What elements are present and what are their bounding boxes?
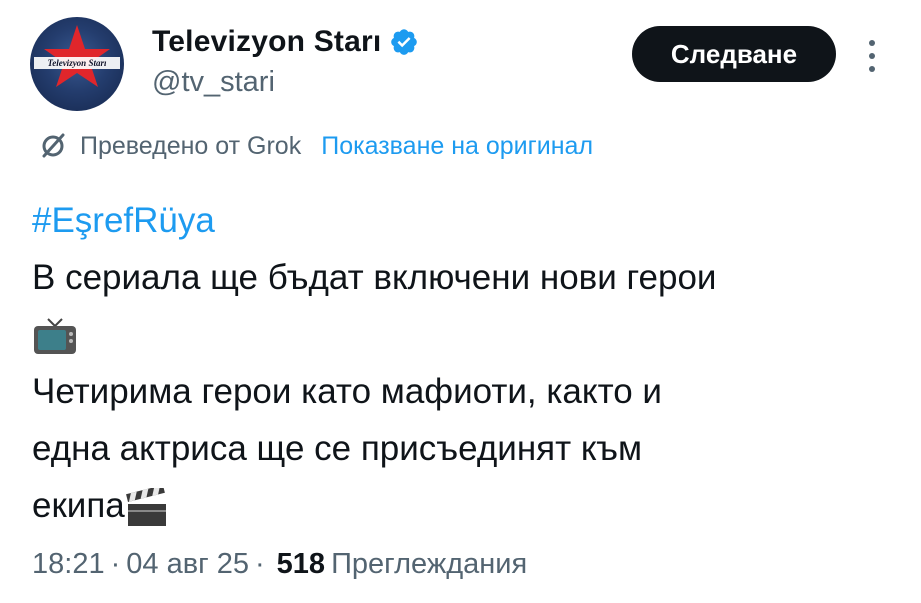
clapperboard-icon: [125, 487, 166, 526]
views-label: Преглеждания: [331, 548, 528, 580]
avatar[interactable]: Televizyon Starı: [30, 17, 124, 111]
follow-button[interactable]: Следване: [632, 26, 836, 82]
tweet-text: #EşrefRüya В сериала ще бъдат включени н…: [32, 192, 902, 534]
tweet-line-1-emoji-row: [32, 306, 902, 363]
author-block: Televizyon Starı @tv_stari: [152, 24, 419, 99]
tweet-line-2: Четирима герои като мафиоти, както и: [32, 372, 662, 411]
tweet-line-1: В сериала ще бъдат включени нови герои: [32, 258, 717, 297]
tweet-meta: 18:21 · 04 авг 25 · 518 Преглеждания: [32, 548, 527, 581]
avatar-logo-text: Televizyon Starı: [34, 57, 120, 69]
display-name[interactable]: Televizyon Starı: [152, 25, 381, 59]
tweet-line-4: екипа: [32, 486, 125, 525]
handle[interactable]: @tv_stari: [152, 66, 419, 99]
tv-icon: [34, 318, 76, 354]
grok-icon: [42, 133, 65, 158]
verified-badge-icon: [391, 29, 418, 55]
separator-dot: ·: [255, 548, 265, 580]
separator-dot: ·: [110, 548, 121, 580]
show-original-link[interactable]: Показване на оригинал: [321, 132, 593, 161]
hashtag-link[interactable]: #EşrefRüya: [32, 192, 902, 249]
more-options-icon[interactable]: [862, 36, 882, 76]
translated-by-label: Преведено от Grok: [80, 131, 302, 160]
translation-row: Преведено от Grok Показване на оригинал: [38, 128, 593, 164]
tweet-line-4-row: екипа: [32, 477, 902, 534]
tweet-line-3: една актриса ще се присъединят към: [32, 429, 643, 468]
views-count: 518: [276, 548, 326, 580]
tweet-time[interactable]: 18:21: [32, 548, 105, 581]
tweet-date[interactable]: 04 авг 25: [126, 548, 249, 581]
